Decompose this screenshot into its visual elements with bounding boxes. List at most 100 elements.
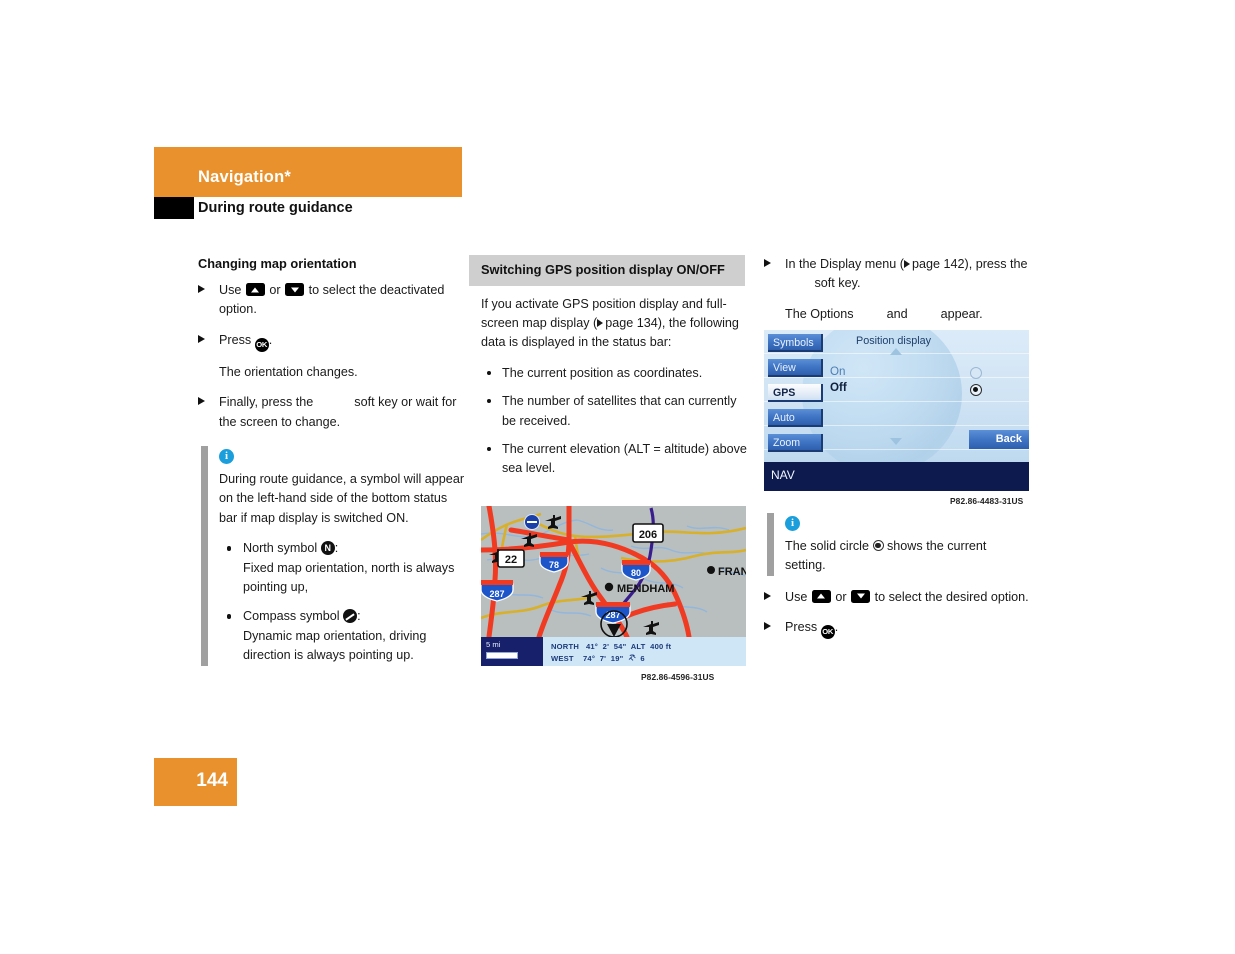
step-text-b: or [835, 589, 847, 604]
map-compass-icon [524, 514, 540, 530]
page-number-box: 144 [154, 758, 237, 806]
nav-status-bar: NAV [764, 462, 1029, 491]
map-scale-bar [486, 652, 518, 659]
step-text-c: to select the desired option. [874, 589, 1029, 604]
bullet-elevation: The current elevation (ALT = altitude) a… [481, 440, 747, 479]
step-arrow-icon [198, 334, 205, 343]
nav-option-off[interactable]: Off [830, 381, 847, 394]
up-key-icon [811, 589, 831, 603]
result-text-c: appear. [940, 306, 983, 321]
step-text-a: Use [219, 283, 242, 297]
nav-screen-figure: Position display Symbols View GPS Auto Z… [764, 330, 1029, 491]
step-result-orientation: The orientation changes. [219, 364, 358, 379]
scroll-down-triangle-icon [890, 438, 902, 445]
scroll-up-triangle-icon [890, 348, 902, 355]
column-right: In the Display menu ( page 142), press th… [764, 255, 1030, 335]
step-press-ok-right: Press OK. [764, 618, 1030, 640]
step-arrow-icon [198, 285, 205, 293]
map-longitude-row: WEST 74° 7' 19" 6 [551, 654, 645, 663]
manual-page: Navigation* During route guidance Changi… [0, 0, 1235, 954]
nav-softkey-zoom[interactable]: Zoom [768, 434, 823, 452]
nav-softkey-symbols[interactable]: Symbols [768, 334, 823, 352]
info-icon: i [785, 516, 800, 531]
svg-text:FRAN: FRAN [718, 566, 746, 578]
result-text-a: The Options [785, 306, 854, 321]
step-finally-softkey: Finally, press the soft key or wait for … [198, 393, 466, 432]
step-text: Press [219, 332, 252, 347]
step-arrow-icon [764, 259, 771, 267]
col2-intro-paragraph: If you activate GPS position display and… [481, 295, 747, 353]
map-latitude-row: NORTH 41° 2' 54" ALT 400 ft [551, 642, 671, 651]
map-screenshot-figure: 22 78 287 206 80 287 MENDHAM FRAN 5 mi N… [481, 506, 746, 666]
bullet-text: Dynamic map orientation, driving directi… [243, 628, 427, 663]
nav-softkey-view[interactable]: View [768, 359, 823, 377]
step-page-ref: page 142 [912, 257, 965, 271]
page-number: 144 [196, 770, 228, 791]
lat-sec: 54" [613, 642, 627, 651]
step-text-a: Finally, press the [219, 395, 314, 410]
result-text-b: and [886, 306, 908, 321]
lon-deg: 74° [583, 654, 596, 663]
bullet-satellite-count: The number of satellites that can curren… [481, 392, 747, 431]
bullet-label: North symbol [243, 541, 318, 556]
step-text-b: or [269, 283, 281, 297]
step-arrow-icon [764, 622, 771, 631]
col1-heading: Changing map orientation [198, 256, 357, 271]
column-left: Changing map orientation Use or to selec… [198, 255, 466, 678]
bullet-text: Fixed map orientation, north is always p… [243, 560, 455, 595]
note-text: The solid circle shows the current setti… [785, 537, 1030, 576]
bullet-dot [487, 370, 491, 375]
ok-key-icon: OK [820, 625, 835, 640]
map-graphic: 22 78 287 206 80 287 MENDHAM FRAN [481, 506, 746, 640]
bullet-text: The current position as coordinates. [502, 365, 703, 380]
nav-radio-off-selected[interactable] [970, 384, 982, 396]
bullet-dot [227, 546, 232, 551]
col2-heading: Switching GPS position display ON/OFF [469, 255, 745, 286]
bullet-dot [227, 614, 232, 619]
nav-back-button[interactable]: Back [969, 430, 1029, 449]
info-icon: i [219, 449, 234, 465]
ok-key-icon: OK [254, 337, 269, 352]
bullet-dot [487, 446, 491, 451]
svg-text:287: 287 [489, 589, 504, 599]
step-press-ok: Press OK. [198, 331, 466, 352]
nav-figure-caption: P82.86-4483-31US [950, 496, 1024, 506]
note-rule [201, 446, 208, 666]
step-result-options: The Options and appear. [764, 305, 1030, 324]
solid-circle-icon [872, 540, 884, 551]
lat-deg: 41° [585, 642, 599, 651]
nav-softkey-auto[interactable]: Auto [768, 409, 823, 427]
svg-text:MENDHAM: MENDHAM [617, 583, 674, 595]
step-period: . [834, 620, 839, 635]
map-scale-box: 5 mi [481, 637, 543, 666]
bullet-text: The current elevation (ALT = altitude) a… [502, 441, 747, 476]
column-right-lower: i The solid circle shows the current set… [764, 513, 1030, 650]
nav-option-on[interactable]: On [830, 365, 845, 378]
note-text-a: The solid circle [785, 539, 869, 553]
nav-softkey-gps[interactable]: GPS [768, 384, 823, 402]
lon-sec: 19" [610, 654, 624, 663]
step-text-a: Use [785, 589, 808, 604]
lat-dir: NORTH [551, 642, 579, 651]
step-text-b: ), press the [964, 257, 1028, 271]
lat-min: 2' [602, 642, 610, 651]
nav-screen-title: Position display [856, 335, 932, 347]
chapter-title: Navigation* [198, 168, 291, 186]
note-rule [767, 513, 774, 576]
lon-min: 7' [599, 654, 607, 663]
up-key-icon [245, 283, 265, 296]
svg-text:206: 206 [639, 529, 657, 541]
bullet-current-position: The current position as coordinates. [481, 364, 747, 383]
step-arrow-icon [764, 591, 771, 600]
note-block-solid-circle: i The solid circle shows the current set… [764, 513, 1030, 576]
step-period: . [268, 332, 273, 347]
bullet-north-symbol: North symbol : Fixed map orientation, no… [219, 539, 466, 597]
alt-value: 400 ft [650, 642, 672, 651]
column-middle: Switching GPS position display ON/OFF If… [469, 255, 747, 488]
nav-radio-on[interactable] [970, 367, 982, 379]
step-text-a: In the Display menu ( [785, 257, 904, 271]
svg-text:80: 80 [631, 568, 641, 578]
compass-symbol-icon [343, 609, 358, 624]
bullet-dot [487, 399, 491, 404]
north-symbol-icon [320, 541, 335, 556]
